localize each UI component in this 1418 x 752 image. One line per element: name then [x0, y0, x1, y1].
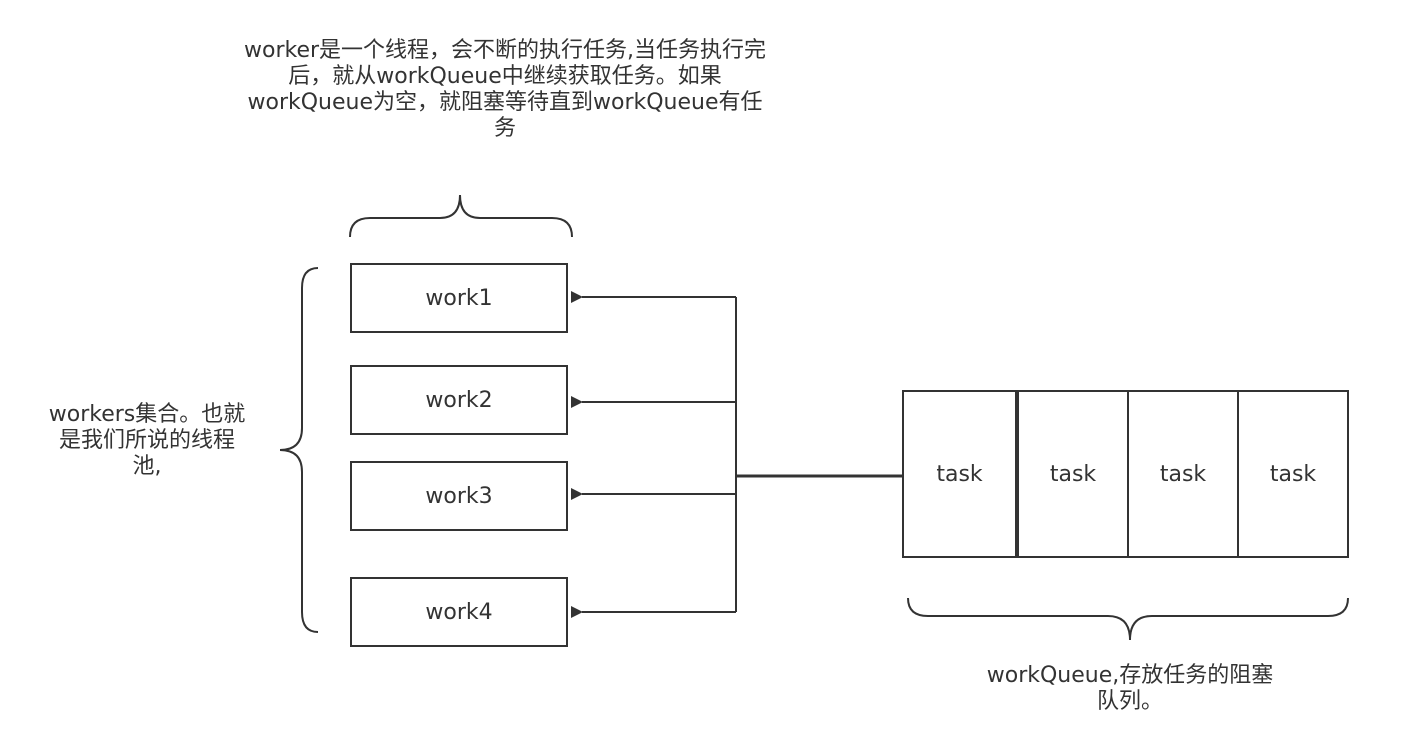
queue-description-line: workQueue,存放任务的阻塞 [986, 663, 1274, 688]
worker-description-line: 务 [493, 116, 516, 141]
queue-description-line: 队列。 [1096, 689, 1163, 714]
worker-label: work1 [425, 285, 493, 311]
workers-set-line: 池, [132, 454, 162, 479]
worker-description-line: 后，就从workQueue中继续获取任务。如果 [288, 64, 722, 89]
top-brace [349, 194, 573, 238]
workers-set-line: workers集合。也就 [48, 402, 246, 427]
task-box-4: task [1237, 390, 1349, 558]
worker-box-3: work3 [350, 461, 568, 531]
worker-box-4: work4 [350, 577, 568, 647]
workers-set-description: workers集合。也就 是我们所说的线程 池, [22, 402, 272, 480]
queue-description: workQueue,存放任务的阻塞 队列。 [930, 663, 1330, 715]
worker-label: work2 [425, 387, 493, 413]
task-label: task [936, 461, 983, 487]
worker-label: work3 [425, 483, 493, 509]
bottom-brace [907, 597, 1349, 641]
task-label: task [1269, 461, 1317, 487]
worker-box-2: work2 [350, 365, 568, 435]
task-label: task [1049, 461, 1097, 487]
task-box-3: task [1127, 390, 1239, 558]
worker-box-1: work1 [350, 263, 568, 333]
task-box-2: task [1017, 390, 1129, 558]
worker-description-line: workQueue为空，就阻塞等待直到workQueue有任 [247, 90, 763, 115]
task-box-1: task [902, 390, 1017, 558]
worker-label: work4 [425, 599, 493, 625]
left-brace [279, 267, 319, 633]
task-label: task [1159, 461, 1207, 487]
worker-description: worker是一个线程，会不断的执行任务,当任务执行完 后，就从workQueu… [190, 38, 820, 142]
workers-set-line: 是我们所说的线程 [58, 428, 235, 453]
worker-description-line: worker是一个线程，会不断的执行任务,当任务执行完 [243, 38, 767, 63]
